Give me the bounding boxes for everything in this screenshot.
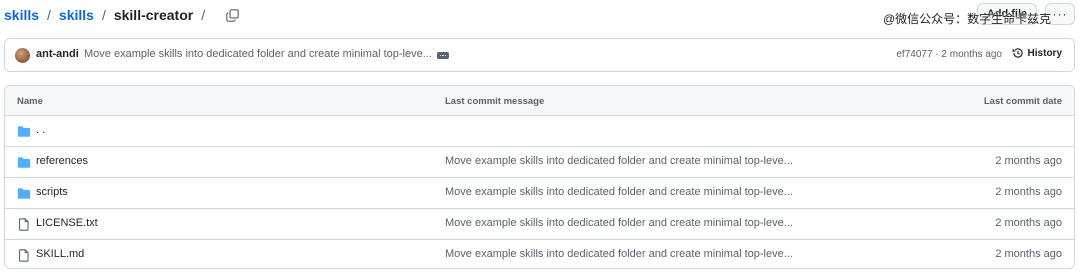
file-name-link[interactable]: references	[36, 155, 88, 167]
commit-date: 2 months ago	[995, 155, 1062, 167]
file-name-link[interactable]: SKILL.md	[36, 248, 84, 260]
table-header: Name Last commit message Last commit dat…	[5, 86, 1074, 116]
parent-directory-link[interactable]: . .	[36, 124, 45, 136]
table-row[interactable]: references Move example skills into dedi…	[5, 147, 1074, 178]
table-row[interactable]: LICENSE.txt Move example skills into ded…	[5, 209, 1074, 240]
table-row[interactable]: scripts Move example skills into dedicat…	[5, 178, 1074, 209]
breadcrumb-separator: /	[101, 7, 106, 23]
folder-icon	[17, 157, 31, 168]
column-header-date: Last commit date	[983, 96, 1062, 107]
breadcrumb-current: skill-creator	[113, 7, 194, 23]
parent-directory-row[interactable]: . .	[5, 116, 1074, 147]
commit-author[interactable]: ant-andi	[36, 48, 79, 60]
folder-icon	[17, 188, 31, 199]
breadcrumb-separator: /	[201, 7, 206, 23]
commit-message-link[interactable]: Move example skills into dedicated folde…	[445, 248, 793, 260]
table-row[interactable]: SKILL.md Move example skills into dedica…	[5, 240, 1074, 268]
column-header-name: Name	[17, 96, 43, 107]
commit-message-link[interactable]: Move example skills into dedicated folde…	[445, 186, 793, 198]
commit-date: 2 months ago	[995, 186, 1062, 198]
history-button[interactable]: History	[1012, 47, 1062, 59]
file-name-link[interactable]: LICENSE.txt	[36, 217, 98, 229]
latest-commit-bar: ant-andi Move example skills into dedica…	[4, 38, 1075, 72]
file-name-link[interactable]: scripts	[36, 186, 68, 198]
expand-commit-message-button[interactable]	[437, 52, 449, 59]
history-icon	[1012, 48, 1023, 58]
breadcrumb-link-folder[interactable]: skills	[59, 4, 94, 26]
column-header-message: Last commit message	[445, 96, 545, 107]
breadcrumb: skills / skills / skill-creator /	[4, 4, 241, 26]
avatar[interactable]	[15, 48, 30, 63]
commit-date: 2 months ago	[995, 217, 1062, 229]
file-icon	[19, 218, 29, 231]
folder-icon	[17, 126, 31, 137]
history-label: History	[1027, 47, 1062, 59]
watermark-text: @微信公众号：数字生命卡兹克	[883, 12, 1052, 26]
commit-message[interactable]: Move example skills into dedicated folde…	[84, 48, 432, 60]
commit-message-link[interactable]: Move example skills into dedicated folde…	[445, 155, 793, 167]
commit-meta[interactable]: ef74077 · 2 months ago	[896, 49, 1002, 60]
commit-date: 2 months ago	[995, 248, 1062, 260]
breadcrumb-separator: /	[47, 7, 51, 23]
commit-message-link[interactable]: Move example skills into dedicated folde…	[445, 217, 793, 229]
file-icon	[19, 249, 29, 262]
copy-path-icon[interactable]	[223, 6, 241, 24]
breadcrumb-link-repo[interactable]: skills	[4, 4, 39, 26]
file-table: Name Last commit message Last commit dat…	[4, 85, 1075, 269]
